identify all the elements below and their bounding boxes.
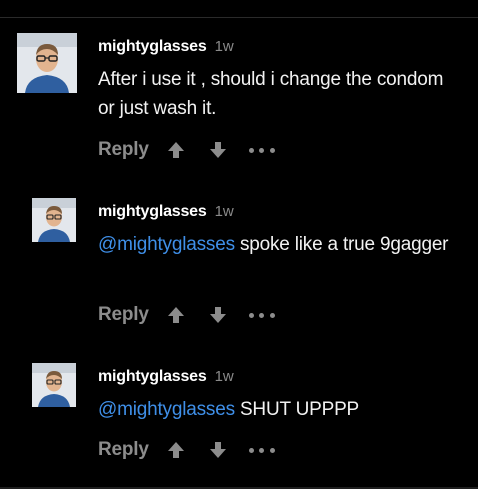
comment-actions: Reply (98, 437, 275, 463)
avatar[interactable] (17, 33, 77, 93)
more-dots-icon[interactable] (248, 439, 275, 461)
username[interactable]: mightyglasses (98, 203, 207, 220)
comment-meta: mightyglasses 1w (98, 367, 234, 387)
reply-button[interactable]: Reply (98, 139, 149, 161)
avatar-photo-icon (32, 198, 76, 242)
reply-button[interactable]: Reply (98, 439, 149, 461)
avatar-photo-icon (17, 33, 77, 93)
timestamp: 1w (214, 203, 234, 220)
more-dots-icon[interactable] (248, 304, 275, 326)
arrow-down-icon[interactable] (207, 439, 229, 461)
comment-actions: Reply (98, 137, 275, 163)
arrow-down-icon[interactable] (207, 304, 229, 326)
username[interactable]: mightyglasses (98, 38, 207, 55)
arrow-up-icon[interactable] (165, 304, 187, 326)
comment-meta: mightyglasses 1w (98, 37, 234, 57)
comment-text: After i use it , should i change the con… (98, 65, 458, 123)
comment-body: After i use it , should i change the con… (98, 69, 444, 119)
comment-body: SHUT UPPPP (234, 399, 360, 420)
comment-text: @mightyglasses SHUT UPPPP (98, 395, 458, 424)
avatar-photo-icon (32, 363, 76, 407)
reply-button[interactable]: Reply (98, 304, 149, 326)
comment-meta: mightyglasses 1w (98, 202, 234, 222)
comment-body: spoke like a true 9gagger (234, 234, 449, 255)
mention-link[interactable]: @mightyglasses (98, 399, 235, 420)
arrow-up-icon[interactable] (165, 439, 187, 461)
username[interactable]: mightyglasses (98, 368, 207, 385)
arrow-down-icon[interactable] (207, 139, 229, 161)
top-divider (0, 17, 478, 18)
comment-text: @mightyglasses spoke like a true 9gagger (98, 230, 458, 259)
timestamp: 1w (214, 38, 234, 55)
more-dots-icon[interactable] (248, 139, 275, 161)
timestamp: 1w (214, 368, 234, 385)
avatar[interactable] (32, 198, 76, 242)
arrow-up-icon[interactable] (165, 139, 187, 161)
mention-link[interactable]: @mightyglasses (98, 234, 235, 255)
comment-actions: Reply (98, 302, 275, 328)
avatar[interactable] (32, 363, 76, 407)
